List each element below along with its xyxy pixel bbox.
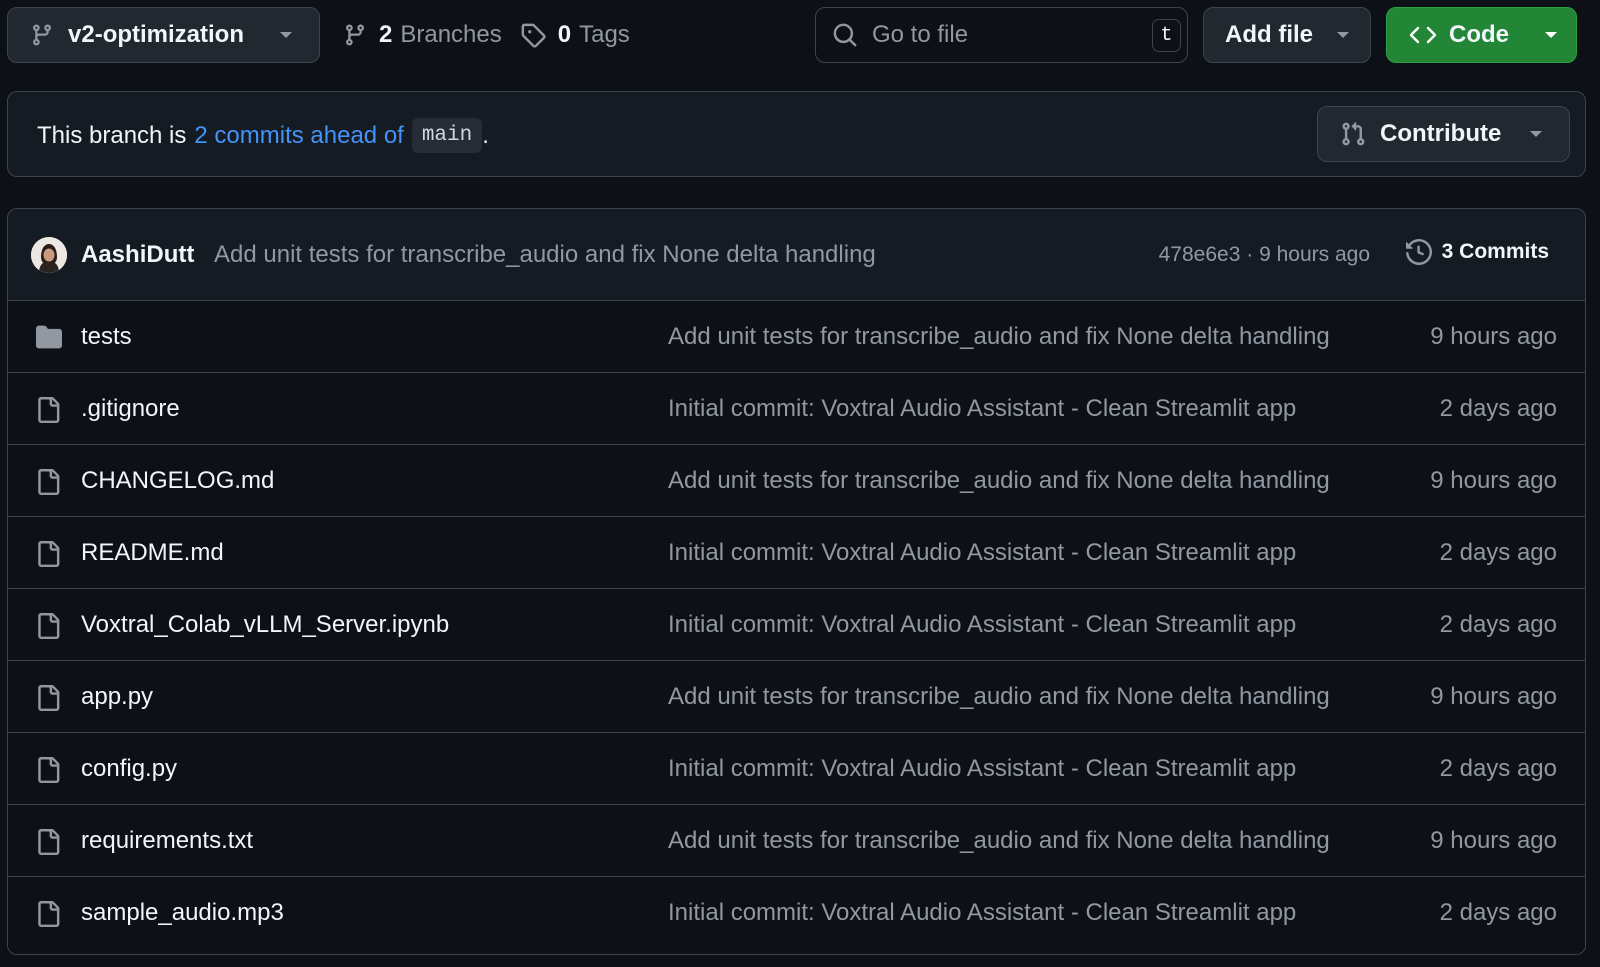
file-name-link[interactable]: app.py bbox=[81, 683, 153, 711]
branch-status-text: This branch is 2 commits ahead of main . bbox=[37, 118, 489, 153]
file-commit-time: 9 hours ago bbox=[1430, 827, 1557, 854]
file-icon bbox=[35, 756, 61, 784]
latest-commit-bar: AashiDutt Add unit tests for transcribe_… bbox=[8, 209, 1585, 301]
commit-meta: 478e6e3 · 9 hours ago bbox=[1159, 243, 1370, 267]
git-pull-request-icon bbox=[1340, 121, 1366, 147]
folder-icon bbox=[35, 324, 63, 350]
tags-label: Tags bbox=[579, 21, 630, 48]
commits-ahead-link[interactable]: 2 commits ahead of bbox=[194, 122, 403, 150]
go-to-file-input[interactable] bbox=[872, 21, 1142, 49]
tags-link[interactable]: 0 Tags bbox=[520, 21, 630, 49]
code-button[interactable]: Code bbox=[1386, 7, 1577, 63]
file-icon bbox=[35, 684, 61, 712]
file-commit-time: 2 days ago bbox=[1439, 899, 1557, 926]
file-icon bbox=[35, 540, 61, 568]
commits-history-link[interactable]: 3 Commits bbox=[1405, 239, 1549, 265]
file-name-link[interactable]: .gitignore bbox=[81, 395, 180, 423]
file-commit-time: 9 hours ago bbox=[1430, 683, 1557, 710]
file-row[interactable]: CHANGELOG.md Add unit tests for transcrib… bbox=[8, 445, 1585, 517]
file-icon bbox=[35, 900, 61, 928]
file-name-link[interactable]: requirements.txt bbox=[81, 827, 253, 855]
file-browser: AashiDutt Add unit tests for transcribe_… bbox=[7, 208, 1586, 955]
tag-icon bbox=[520, 22, 546, 48]
file-row[interactable]: README.md Initial commit: Voxtral Audio A… bbox=[8, 517, 1585, 589]
file-icon bbox=[35, 828, 61, 856]
file-row[interactable]: Voxtral_Colab_vLLM_Server.ipynb Initial c… bbox=[8, 589, 1585, 661]
caret-down-icon bbox=[1544, 30, 1558, 40]
file-commit-message[interactable]: Add unit tests for transcribe_audio and … bbox=[668, 683, 1348, 711]
branch-status-suffix: . bbox=[482, 121, 489, 149]
file-commit-message[interactable]: Add unit tests for transcribe_audio and … bbox=[668, 467, 1348, 495]
branches-count: 2 bbox=[379, 21, 393, 48]
file-row[interactable]: .gitignore Initial commit: Voxtral Audio … bbox=[8, 373, 1585, 445]
file-commit-message[interactable]: Add unit tests for transcribe_audio and … bbox=[668, 323, 1348, 351]
go-to-file-search[interactable]: t bbox=[815, 7, 1188, 63]
file-commit-message[interactable]: Initial commit: Voxtral Audio Assistant … bbox=[668, 611, 1348, 639]
repo-counts: 2 Branches 0 Tags bbox=[343, 7, 630, 63]
file-commit-time: 2 days ago bbox=[1439, 755, 1557, 782]
file-name-link[interactable]: README.md bbox=[81, 539, 224, 567]
base-branch-name: main bbox=[411, 118, 483, 153]
branch-comparison-banner: This branch is 2 commits ahead of main .… bbox=[7, 91, 1586, 177]
file-commit-message[interactable]: Add unit tests for transcribe_audio and … bbox=[668, 827, 1348, 855]
file-commit-message[interactable]: Initial commit: Voxtral Audio Assistant … bbox=[668, 755, 1348, 783]
search-icon bbox=[832, 22, 858, 48]
code-icon bbox=[1409, 24, 1437, 46]
repo-toolbar: v2-optimization 2 Branches 0 Tags t Add … bbox=[7, 7, 1593, 63]
contribute-button[interactable]: Contribute bbox=[1317, 106, 1570, 162]
caret-down-icon bbox=[1529, 129, 1543, 139]
branch-selector-button[interactable]: v2-optimization bbox=[7, 7, 320, 63]
branches-label: Branches bbox=[400, 21, 502, 48]
latest-commit-message[interactable]: Add unit tests for transcribe_audio and … bbox=[214, 241, 876, 269]
commit-time: 9 hours ago bbox=[1259, 243, 1370, 266]
branches-link[interactable]: 2 Branches bbox=[343, 21, 502, 49]
file-commit-time: 2 days ago bbox=[1439, 395, 1557, 422]
file-icon bbox=[35, 468, 61, 496]
file-commit-time: 9 hours ago bbox=[1430, 323, 1557, 350]
keyboard-shortcut-hint: t bbox=[1152, 19, 1181, 52]
branch-name: v2-optimization bbox=[68, 21, 245, 48]
code-label: Code bbox=[1449, 21, 1509, 48]
meta-separator: · bbox=[1246, 243, 1254, 266]
file-row[interactable]: tests Add unit tests for transcribe_audio… bbox=[8, 301, 1585, 373]
caret-down-icon bbox=[279, 30, 293, 40]
file-commit-time: 9 hours ago bbox=[1430, 467, 1557, 494]
file-icon bbox=[35, 396, 61, 424]
file-name-link[interactable]: Voxtral_Colab_vLLM_Server.ipynb bbox=[81, 611, 449, 639]
author-avatar[interactable] bbox=[31, 237, 67, 273]
file-commit-message[interactable]: Initial commit: Voxtral Audio Assistant … bbox=[668, 899, 1348, 927]
file-icon bbox=[35, 612, 61, 640]
branch-status-prefix: This branch is bbox=[37, 121, 187, 149]
file-row[interactable]: requirements.txt Add unit tests for trans… bbox=[8, 805, 1585, 877]
file-name-link[interactable]: sample_audio.mp3 bbox=[81, 899, 284, 927]
file-commit-time: 2 days ago bbox=[1439, 611, 1557, 638]
file-row[interactable]: app.py Add unit tests for transcribe_audi… bbox=[8, 661, 1585, 733]
git-branch-icon bbox=[343, 22, 367, 48]
caret-down-icon bbox=[1336, 30, 1350, 40]
file-commit-time: 2 days ago bbox=[1439, 539, 1557, 566]
file-commit-message[interactable]: Initial commit: Voxtral Audio Assistant … bbox=[668, 539, 1348, 567]
file-name-link[interactable]: config.py bbox=[81, 755, 177, 783]
commits-count-label: 3 Commits bbox=[1441, 240, 1549, 263]
git-branch-icon bbox=[30, 22, 54, 48]
add-file-button[interactable]: Add file bbox=[1203, 7, 1371, 63]
file-name-link[interactable]: CHANGELOG.md bbox=[81, 467, 274, 495]
commit-sha[interactable]: 478e6e3 bbox=[1159, 243, 1241, 266]
add-file-label: Add file bbox=[1225, 21, 1313, 48]
file-commit-message[interactable]: Initial commit: Voxtral Audio Assistant … bbox=[668, 395, 1348, 423]
history-icon bbox=[1405, 239, 1432, 265]
contribute-label: Contribute bbox=[1380, 120, 1502, 147]
file-row[interactable]: sample_audio.mp3 Initial commit: Voxtral … bbox=[8, 877, 1585, 949]
tags-count: 0 bbox=[557, 21, 572, 48]
file-list: tests Add unit tests for transcribe_audio… bbox=[8, 301, 1585, 949]
commit-author[interactable]: AashiDutt bbox=[81, 241, 194, 269]
file-name-link[interactable]: tests bbox=[81, 323, 132, 351]
file-row[interactable]: config.py Initial commit: Voxtral Audio A… bbox=[8, 733, 1585, 805]
